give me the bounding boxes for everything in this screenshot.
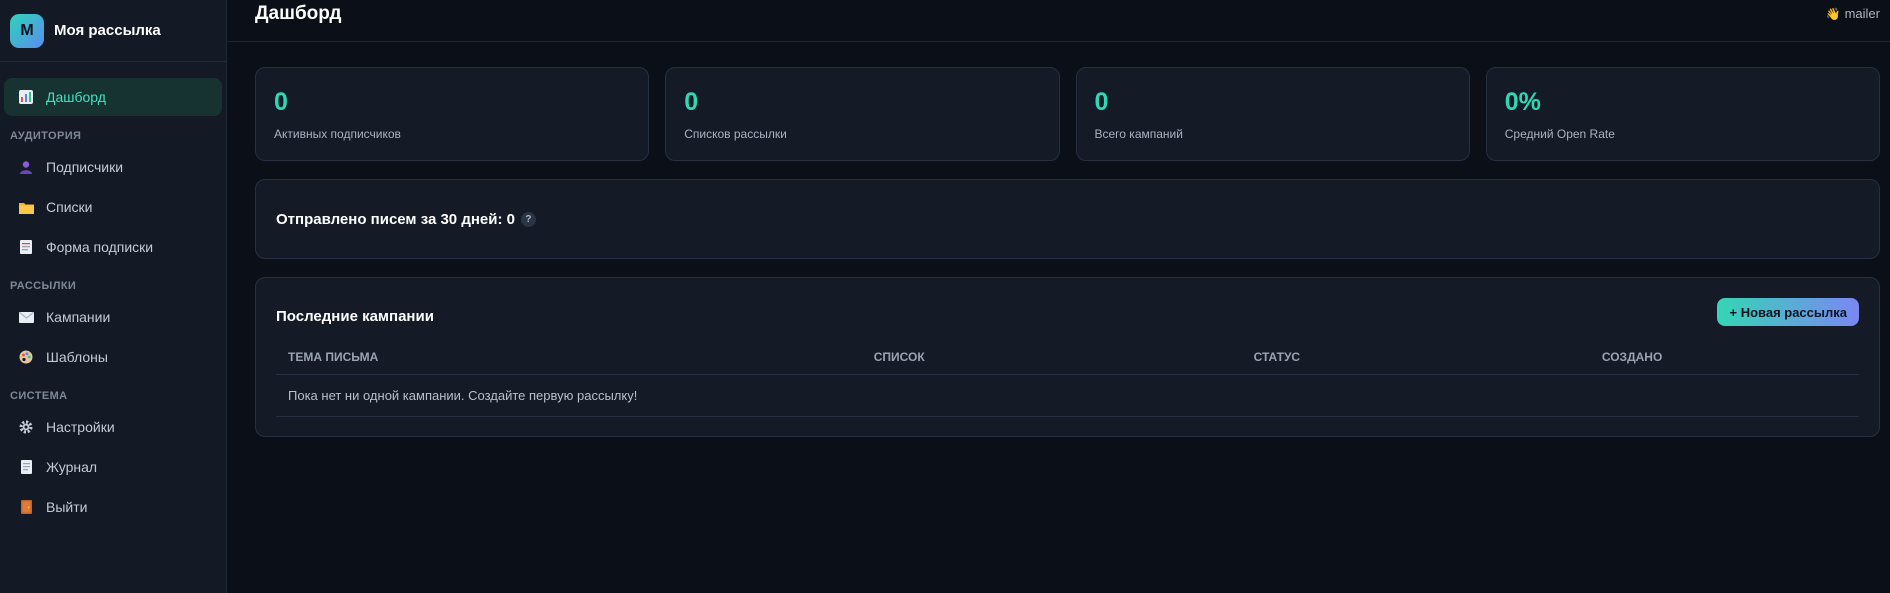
user-icon	[18, 159, 34, 175]
sidebar: М Моя рассылка Дашборд Аудитория Подписч…	[0, 0, 227, 593]
log-icon	[18, 459, 34, 475]
stat-label: Средний Open Rate	[1504, 127, 1615, 141]
topbar: Дашборд 👋 mailer	[227, 0, 1890, 42]
dashboard-content: 0 Активных подписчиков 0 Списков рассылк…	[227, 42, 1890, 437]
sidebar-item-label: Форма подписки	[46, 239, 154, 255]
column-header-subject[interactable]: Тема письма	[276, 340, 862, 375]
sidebar-item-label: Дашборд	[46, 89, 106, 105]
palette-icon	[18, 349, 34, 365]
brand-name: Моя рассылка	[54, 22, 161, 39]
user-menu[interactable]: 👋 mailer	[1826, 6, 1880, 21]
recent-campaigns-title: Последние кампании	[276, 307, 434, 325]
nav-section-system: Система	[10, 390, 68, 402]
stat-value: 0	[274, 88, 288, 116]
sidebar-item-label: Подписчики	[46, 159, 124, 175]
column-header-status[interactable]: Статус	[1241, 340, 1590, 375]
stat-card-open-rate: 0% Средний Open Rate	[1485, 67, 1880, 161]
recent-campaigns-header: Последние кампании + Новая рассылка	[276, 298, 1859, 326]
envelope-icon	[18, 309, 34, 325]
stat-label: Списков рассылки	[684, 127, 787, 141]
sidebar-item-dashboard[interactable]: Дашборд	[4, 78, 222, 116]
help-icon[interactable]: ?	[520, 211, 536, 227]
new-campaign-button[interactable]: + Новая рассылка	[1717, 298, 1859, 326]
sidebar-item-log[interactable]: Журнал	[4, 448, 222, 486]
stat-value: 0	[684, 88, 699, 116]
sidebar-item-label: Кампании	[46, 309, 111, 325]
column-header-created[interactable]: Создано	[1589, 340, 1859, 375]
main-area: Дашборд 👋 mailer 0 Активных подписчиков …	[227, 0, 1890, 593]
nav-section-audience: Аудитория	[10, 130, 82, 142]
username: mailer	[1844, 6, 1880, 21]
brand[interactable]: М Моя рассылка	[0, 0, 226, 62]
sidebar-item-subscribers[interactable]: Подписчики	[4, 148, 222, 186]
sidebar-item-label: Списки	[46, 199, 93, 215]
stat-card-mailing-lists: 0 Списков рассылки	[665, 67, 1060, 161]
wave-icon: 👋	[1825, 6, 1841, 21]
nav-section-mailings: Рассылки	[10, 280, 77, 292]
stat-label: Активных подписчиков	[274, 127, 401, 141]
sidebar-item-templates[interactable]: Шаблоны	[4, 338, 222, 376]
sidebar-item-lists[interactable]: Списки	[4, 188, 222, 226]
gear-icon	[18, 419, 34, 435]
sidebar-item-label: Выйти	[46, 499, 88, 515]
sent-emails-text: Отправлено писем за 30 дней: 0	[276, 210, 515, 228]
campaigns-table: Тема письма Список Статус Создано Пока н…	[276, 340, 1859, 417]
sidebar-item-label: Журнал	[46, 459, 98, 475]
sidebar-item-label: Настройки	[46, 419, 115, 435]
page-title: Дашборд	[255, 2, 342, 24]
door-icon	[18, 499, 34, 515]
stat-value: 0%	[1504, 88, 1541, 116]
chart-icon	[18, 89, 34, 105]
sidebar-item-subscribe-form[interactable]: Форма подписки	[4, 228, 222, 266]
app-root: М Моя рассылка Дашборд Аудитория Подписч…	[0, 0, 1890, 593]
empty-state-text: Пока нет ни одной кампании. Создайте пер…	[276, 374, 1859, 417]
stat-card-active-subscribers: 0 Активных подписчиков	[255, 67, 650, 161]
sidebar-item-settings[interactable]: Настройки	[4, 408, 222, 446]
table-header-row: Тема письма Список Статус Создано	[276, 340, 1859, 375]
table-row: Пока нет ни одной кампании. Создайте пер…	[276, 374, 1859, 417]
column-header-list[interactable]: Список	[861, 340, 1242, 375]
stats-row: 0 Активных подписчиков 0 Списков рассылк…	[255, 67, 1880, 161]
sidebar-item-campaigns[interactable]: Кампании	[4, 298, 222, 336]
brand-logo: М	[10, 13, 44, 48]
stat-label: Всего кампаний	[1094, 127, 1183, 141]
stat-card-total-campaigns: 0 Всего кампаний	[1075, 67, 1470, 161]
stat-value: 0	[1094, 88, 1109, 116]
sent-emails-panel: Отправлено писем за 30 дней: 0 ?	[255, 179, 1880, 259]
recent-campaigns-panel: Последние кампании + Новая рассылка Тема…	[255, 277, 1880, 437]
sidebar-item-label: Шаблоны	[46, 349, 108, 365]
folder-icon	[18, 199, 34, 215]
sidebar-item-logout[interactable]: Выйти	[4, 488, 222, 526]
form-icon	[18, 239, 34, 255]
